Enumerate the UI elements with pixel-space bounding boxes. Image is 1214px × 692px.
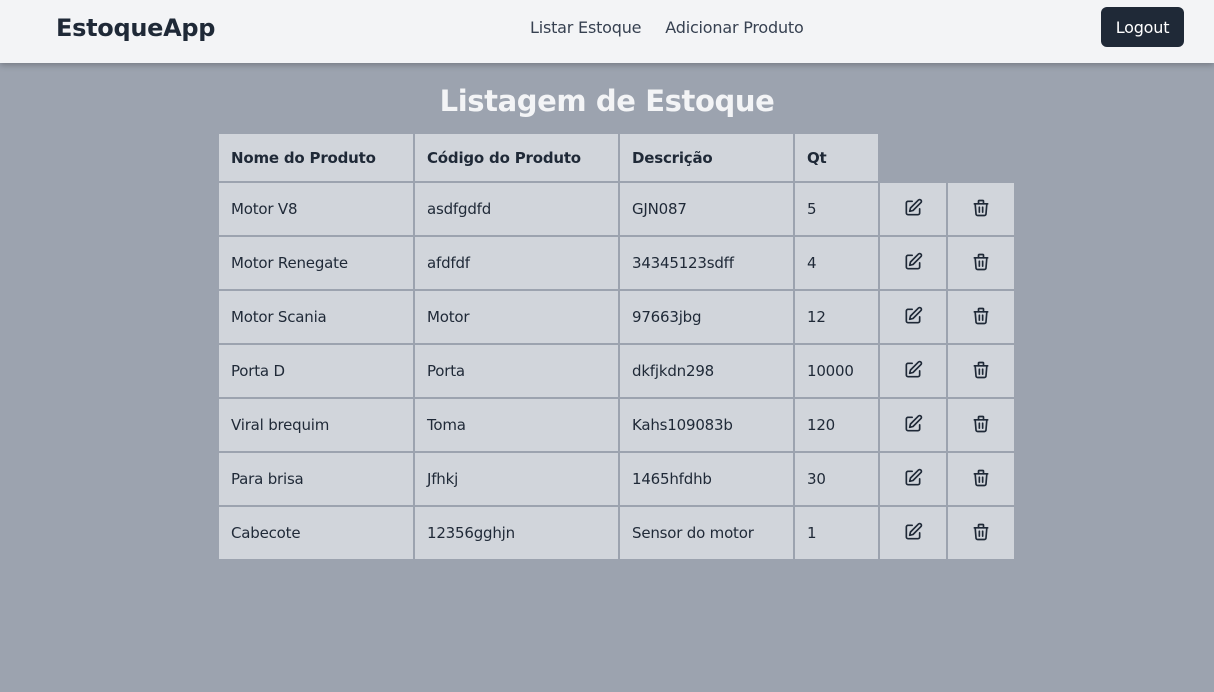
cell-delete [946,451,1016,507]
trash-icon[interactable] [970,197,992,219]
cell-codigo: Porta [413,343,620,399]
cell-edit [878,451,948,507]
table-header-row: Nome do Produto Código do Produto Descri… [217,132,1015,183]
edit-icon[interactable] [902,521,924,543]
cell-nome: Viral brequim [217,397,415,453]
trash-icon[interactable] [970,359,992,381]
cell-edit [878,235,948,291]
app-brand[interactable]: EstoqueApp [56,14,215,42]
cell-descricao: Kahs109083b [618,397,795,453]
edit-icon[interactable] [902,251,924,273]
cell-nome: Cabecote [217,505,415,561]
cell-codigo: 12356gghjn [413,505,620,561]
edit-icon[interactable] [902,305,924,327]
trash-icon[interactable] [970,467,992,489]
trash-icon[interactable] [970,413,992,435]
header-nome-do-produto: Nome do Produto [217,132,415,183]
cell-edit [878,397,948,453]
header-codigo-do-produto: Código do Produto [413,132,620,183]
cell-descricao: 1465hfdhb [618,451,795,507]
cell-descricao: dkfjkdn298 [618,343,795,399]
edit-icon[interactable] [902,467,924,489]
cell-edit [878,289,948,345]
cell-codigo: afdfdf [413,235,620,291]
cell-qt: 120 [793,397,880,453]
table-row: Motor Scania Motor 97663jbg 12 [217,289,1016,345]
cell-codigo: Motor [413,289,620,345]
cell-codigo: Jfhkj [413,451,620,507]
header-spacer [947,133,1015,182]
cell-delete [946,289,1016,345]
cell-delete [946,397,1016,453]
cell-codigo: asdfgdfd [413,181,620,237]
table-row: Cabecote 12356gghjn Sensor do motor 1 [217,505,1016,561]
table-body: Motor V8 asdfgdfd GJN087 5 Motor Renegate afd… [217,181,1016,561]
header-qt: Qt [793,132,880,183]
stock-table: Nome do Produto Código do Produto Descri… [217,132,1016,561]
cell-nome: Porta D [217,343,415,399]
cell-qt: 1 [793,505,880,561]
edit-icon[interactable] [902,359,924,381]
cell-descricao: GJN087 [618,181,795,237]
cell-edit [878,505,948,561]
cell-descricao: 97663jbg [618,289,795,345]
cell-nome: Motor Scania [217,289,415,345]
table-row: Porta D Porta dkfjkdn298 10000 [217,343,1016,399]
cell-edit [878,181,948,237]
navbar: EstoqueApp Listar Estoque Adicionar Prod… [0,0,1214,63]
header-descricao: Descrição [618,132,795,183]
cell-delete [946,181,1016,237]
cell-edit [878,343,948,399]
trash-icon[interactable] [970,521,992,543]
table-row: Para brisa Jfhkj 1465hfdhb 30 [217,451,1016,507]
cell-delete [946,505,1016,561]
cell-qt: 30 [793,451,880,507]
trash-icon[interactable] [970,251,992,273]
cell-qt: 12 [793,289,880,345]
table-row: Motor V8 asdfgdfd GJN087 5 [217,181,1016,237]
cell-delete [946,235,1016,291]
header-spacer [879,133,947,182]
table-row: Viral brequim Toma Kahs109083b 120 [217,397,1016,453]
cell-nome: Para brisa [217,451,415,507]
cell-descricao: 34345123sdff [618,235,795,291]
nav-link-adicionar-produto[interactable]: Adicionar Produto [665,18,803,37]
cell-delete [946,343,1016,399]
cell-codigo: Toma [413,397,620,453]
nav-link-listar-estoque[interactable]: Listar Estoque [530,18,641,37]
cell-qt: 10000 [793,343,880,399]
edit-icon[interactable] [902,413,924,435]
edit-icon[interactable] [902,197,924,219]
cell-qt: 4 [793,235,880,291]
table-row: Motor Renegate afdfdf 34345123sdff 4 [217,235,1016,291]
logout-button[interactable]: Logout [1101,7,1184,47]
trash-icon[interactable] [970,305,992,327]
cell-qt: 5 [793,181,880,237]
cell-nome: Motor V8 [217,181,415,237]
cell-descricao: Sensor do motor [618,505,795,561]
cell-nome: Motor Renegate [217,235,415,291]
page-title: Listagem de Estoque [439,84,775,118]
nav-links: Listar Estoque Adicionar Produto [530,18,804,37]
